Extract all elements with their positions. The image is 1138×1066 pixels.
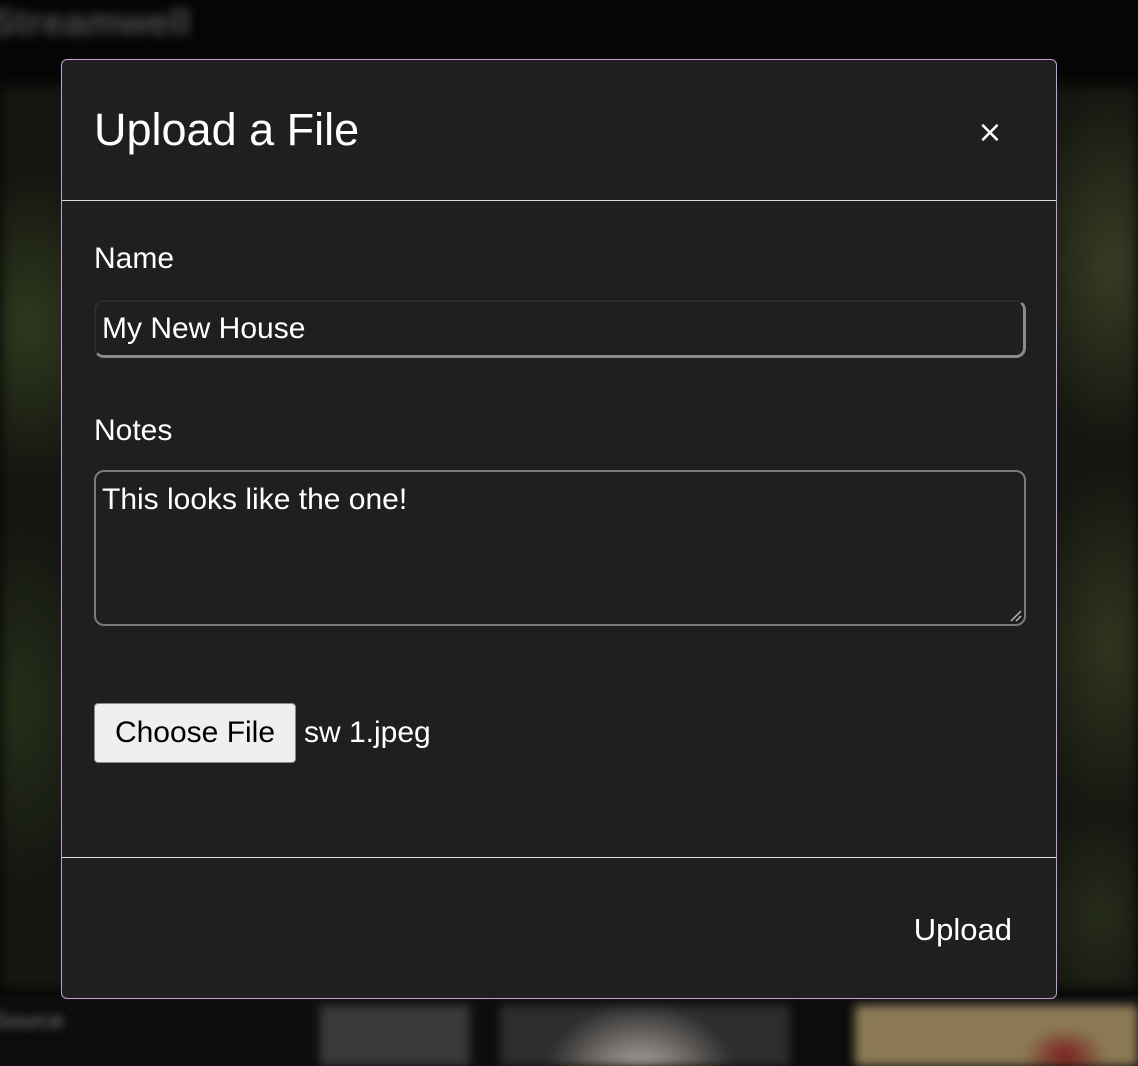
name-input[interactable] [94, 300, 1026, 358]
close-button[interactable]: × [972, 115, 1008, 151]
name-label: Name [94, 242, 175, 275]
choose-file-button[interactable]: Choose File [94, 703, 296, 763]
thumbnail [855, 1005, 1138, 1066]
resize-grip-icon[interactable] [1008, 608, 1022, 622]
thumbnail [500, 1005, 790, 1066]
notes-textarea[interactable]: This looks like the one! [94, 470, 1026, 626]
thumbnail [320, 1005, 470, 1066]
modal-title: Upload a File [94, 104, 360, 155]
modal-footer: Upload [62, 857, 1056, 998]
upload-modal: Upload a File × Name Notes This looks li… [61, 59, 1057, 999]
app-title: Streamwell [0, 2, 191, 44]
upload-button[interactable]: Upload [882, 908, 1012, 952]
bottom-strip-label: Source [0, 1008, 64, 1033]
notes-label: Notes [94, 414, 173, 447]
modal-header: Upload a File × [62, 60, 1056, 201]
close-icon[interactable]: × [977, 115, 1002, 150]
selected-file-name: sw 1.jpeg [304, 716, 431, 749]
